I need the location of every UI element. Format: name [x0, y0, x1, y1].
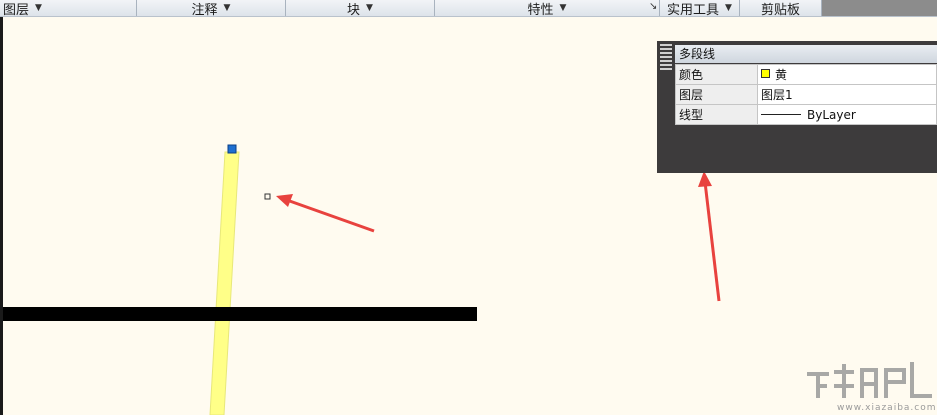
linetype-value[interactable]: ByLayer [757, 104, 937, 125]
property-row-linetype: 线型 ByLayer [675, 104, 937, 125]
layer-value[interactable]: 图层1 [757, 84, 937, 105]
watermark-caption: www.xiazaiba.com [837, 403, 937, 413]
property-label: 图层 [675, 84, 758, 105]
yellow-polyline[interactable] [209, 151, 240, 415]
quick-properties-title: 多段线 [675, 45, 937, 63]
annotation-arrowhead [276, 194, 293, 207]
property-label: 线型 [675, 104, 758, 125]
color-value[interactable]: 黄 [757, 64, 937, 85]
quick-properties-panel: 多段线 颜色 黄 图层 图层1 线型 ByLayer [657, 41, 937, 173]
watermark-logo-icon [807, 362, 932, 398]
properties-table: 颜色 黄 图层 图层1 线型 ByLayer [675, 64, 937, 125]
polyline-grip[interactable] [227, 144, 237, 154]
color-swatch-icon [761, 69, 770, 78]
property-label: 颜色 [675, 64, 758, 85]
cursor-pickbox [264, 193, 271, 200]
color-value-text: 黄 [775, 68, 788, 82]
property-row-color: 颜色 黄 [675, 64, 937, 85]
annotation-arrow-line [703, 181, 721, 302]
horizontal-line[interactable] [3, 307, 477, 321]
annotation-arrow-line [283, 197, 375, 233]
property-row-layer: 图层 图层1 [675, 84, 937, 105]
drag-grip-icon[interactable] [660, 44, 672, 72]
annotation-arrowhead [698, 171, 712, 187]
linetype-sample-icon [761, 113, 801, 115]
linetype-value-text: ByLayer [807, 107, 856, 122]
